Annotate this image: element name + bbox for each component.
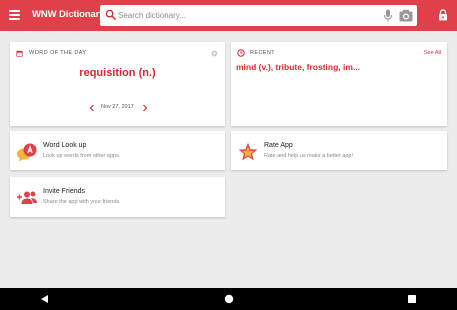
- date-navigator: Nov 27, 2017: [89, 103, 149, 113]
- system-navigation-bar: [0, 288, 457, 310]
- chat-bubbles-lookup-icon: [17, 143, 37, 162]
- rate-app-subtitle: Rate and help us make a better app!: [264, 153, 353, 159]
- invite-friends-card[interactable]: Invite Friends Share the app with your f…: [10, 177, 225, 217]
- word-lookup-title: Word Look up: [43, 142, 87, 149]
- word-of-the-day-card[interactable]: WORD OF THE DAY requisition (n.) Nov 27,…: [10, 42, 225, 126]
- settings-gear-icon[interactable]: [211, 50, 218, 57]
- invite-friends-title: Invite Friends: [43, 188, 86, 195]
- home-circle-icon[interactable]: [224, 294, 234, 304]
- lock-icon[interactable]: [438, 9, 448, 21]
- recent-card: RECENT See All mind (v.), tribute, frost…: [231, 42, 447, 126]
- back-triangle-icon[interactable]: [40, 294, 49, 304]
- microphone-icon[interactable]: [383, 9, 393, 22]
- star-rating-icon: [238, 143, 258, 161]
- hamburger-menu-icon[interactable]: [9, 9, 21, 21]
- app-bar: WNW Dictionary: [0, 0, 457, 31]
- chevron-left-icon[interactable]: [89, 104, 95, 112]
- chevron-right-icon[interactable]: [142, 104, 148, 112]
- see-all-link[interactable]: See All: [424, 50, 441, 56]
- word-lookup-card[interactable]: Word Look up Look up words from other ap…: [10, 131, 225, 170]
- invite-friends-subtitle: Share the app with your friends.: [43, 199, 121, 205]
- rate-app-title: Rate App: [264, 142, 293, 149]
- rate-app-card[interactable]: Rate App Rate and help us make a better …: [231, 131, 447, 170]
- calendar-icon: [16, 50, 23, 57]
- camera-icon[interactable]: [399, 9, 413, 22]
- word-of-the-day-word[interactable]: requisition (n.): [10, 67, 225, 79]
- recent-words[interactable]: mind (v.), tribute, frosting, im...: [236, 62, 360, 72]
- search-bar[interactable]: [100, 5, 417, 26]
- word-lookup-subtitle: Look up words from other apps.: [43, 153, 121, 159]
- search-input[interactable]: [118, 7, 373, 24]
- word-of-the-day-label: WORD OF THE DAY: [29, 50, 87, 56]
- recent-label: RECENT: [250, 50, 276, 56]
- app-title: WNW Dictionary: [32, 9, 105, 20]
- clock-icon: [237, 49, 245, 57]
- recents-square-icon[interactable]: [407, 294, 417, 304]
- word-date: Nov 27, 2017: [101, 104, 134, 110]
- search-icon: [105, 9, 116, 20]
- add-people-icon: [17, 191, 37, 204]
